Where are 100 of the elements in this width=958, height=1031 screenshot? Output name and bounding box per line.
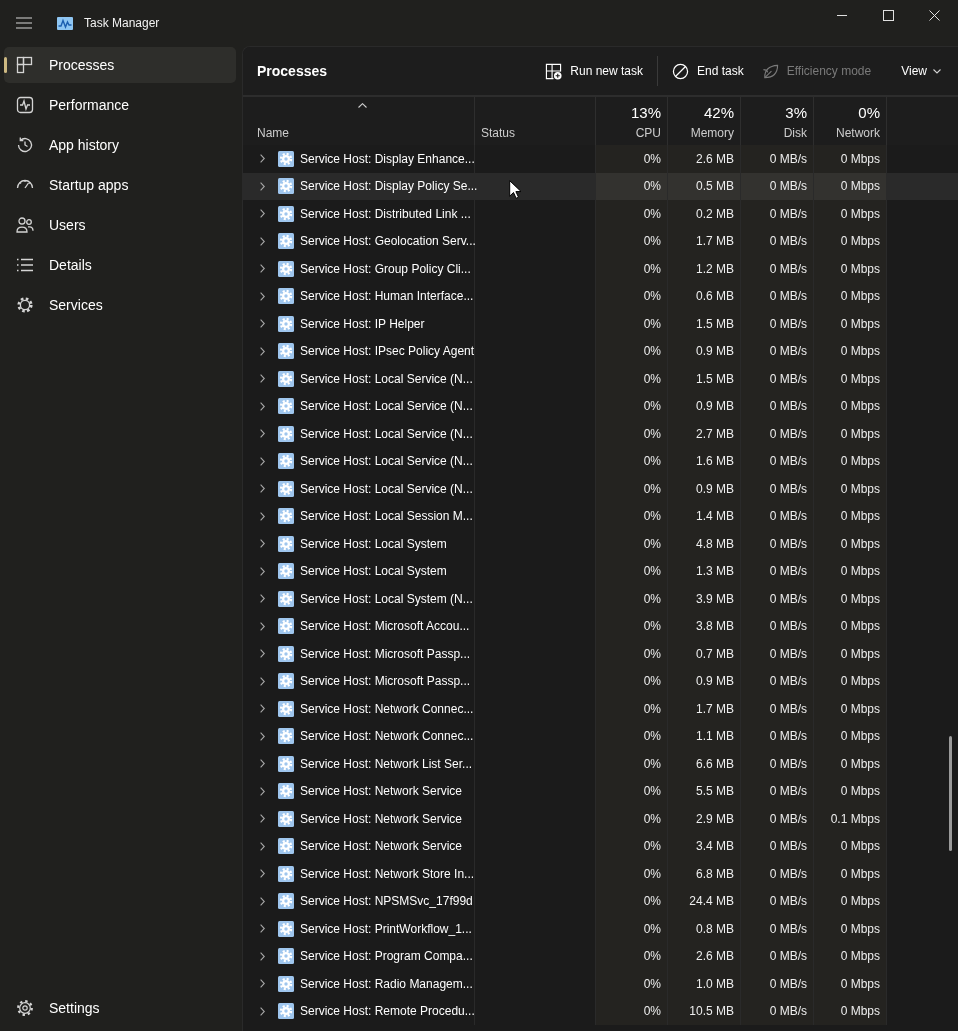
cpu-cell: 0% <box>596 585 668 613</box>
disk-cell: 0 MB/s <box>741 750 814 778</box>
network-cell: 0 Mbps <box>814 777 887 805</box>
chevron-right-icon[interactable] <box>260 676 265 686</box>
chevron-right-icon[interactable] <box>260 401 265 411</box>
chevron-right-icon[interactable] <box>260 484 265 494</box>
chevron-right-icon[interactable] <box>260 924 265 934</box>
chevron-right-icon[interactable] <box>260 456 265 466</box>
memory-cell: 5.5 MB <box>668 777 741 805</box>
network-cell: 0 Mbps <box>814 227 887 255</box>
memory-cell: 0.7 MB <box>668 640 741 668</box>
cpu-cell: 0% <box>596 530 668 558</box>
chevron-right-icon[interactable] <box>260 896 265 906</box>
chevron-right-icon[interactable] <box>260 209 265 219</box>
disk-cell: 0 MB/s <box>741 777 814 805</box>
disk-cell: 0 MB/s <box>741 502 814 530</box>
chevron-right-icon[interactable] <box>260 566 265 576</box>
sidebar-item[interactable]: App history <box>4 127 236 163</box>
network-cell: 0 Mbps <box>814 997 887 1025</box>
chevron-right-icon[interactable] <box>260 346 265 356</box>
leaf-icon <box>761 62 779 80</box>
memory-cell: 0.9 MB <box>668 667 741 695</box>
chevron-right-icon[interactable] <box>260 154 265 164</box>
chevron-right-icon[interactable] <box>260 539 265 549</box>
process-row[interactable]: Service Host: Display Policy Se... 0% 0.5 MB 0 MB/s 0 Mbps <box>243 172 958 200</box>
process-name: Service Host: Radio Managem... <box>300 976 473 991</box>
disk-cell: 0 MB/s <box>741 612 814 640</box>
cpu-cell: 0% <box>596 612 668 640</box>
chevron-right-icon[interactable] <box>260 704 265 714</box>
gear-icon <box>278 233 294 250</box>
disk-cell: 0 MB/s <box>741 695 814 723</box>
sidebar-item[interactable]: Users <box>4 207 236 243</box>
chevron-right-icon[interactable] <box>260 786 265 796</box>
chevron-right-icon[interactable] <box>260 236 265 246</box>
process-name: Service Host: Human Interface... <box>300 289 474 304</box>
disk-cell: 0 MB/s <box>741 530 814 558</box>
chevron-right-icon[interactable] <box>260 841 265 851</box>
process-name: Service Host: Geolocation Serv... <box>300 234 476 249</box>
chevron-right-icon[interactable] <box>260 1006 265 1016</box>
network-cell: 0 Mbps <box>814 310 887 338</box>
cpu-cell: 0% <box>596 255 668 283</box>
cpu-cell: 0% <box>596 282 668 310</box>
sidebar-item[interactable]: Processes <box>4 47 236 83</box>
settings-item[interactable]: Settings <box>4 990 236 1026</box>
chevron-right-icon[interactable] <box>260 979 265 989</box>
chevron-right-icon[interactable] <box>260 291 265 301</box>
toolbar-button[interactable]: Run new task <box>536 55 652 87</box>
gear-icon <box>278 590 294 607</box>
chevron-right-icon[interactable] <box>260 594 265 604</box>
chevron-right-icon[interactable] <box>260 429 265 439</box>
network-cell: 0 Mbps <box>814 392 887 420</box>
cog-icon <box>16 296 34 314</box>
toolbar-button[interactable]: End task <box>663 55 753 87</box>
scrollbar-thumb[interactable] <box>949 736 952 851</box>
cpu-cell: 0% <box>596 447 668 475</box>
cpu-cell: 0% <box>596 420 668 448</box>
cpu-cell: 0% <box>596 970 668 998</box>
disk-cell: 0 MB/s <box>741 337 814 365</box>
memory-cell: 1.0 MB <box>668 970 741 998</box>
chevron-right-icon[interactable] <box>260 319 265 329</box>
memory-cell: 0.6 MB <box>668 282 741 310</box>
chevron-right-icon[interactable] <box>260 649 265 659</box>
chevron-right-icon[interactable] <box>260 181 265 191</box>
network-cell: 0 Mbps <box>814 420 887 448</box>
disk-cell: 0 MB/s <box>741 860 814 888</box>
chevron-right-icon[interactable] <box>260 814 265 824</box>
toolbar-button[interactable]: View <box>892 55 950 87</box>
chevron-right-icon[interactable] <box>260 374 265 384</box>
chevron-right-icon[interactable] <box>260 264 265 274</box>
disk-cell: 0 MB/s <box>741 997 814 1025</box>
process-name: Service Host: Network Service <box>300 784 463 799</box>
sidebar-item[interactable]: Details <box>4 247 236 283</box>
chevron-right-icon[interactable] <box>260 511 265 521</box>
sidebar-item[interactable]: Performance <box>4 87 236 123</box>
mouse-pointer-icon <box>509 180 521 199</box>
process-name: Service Host: Display Policy Se... <box>300 179 478 194</box>
sidebar-item[interactable]: Startup apps <box>4 167 236 203</box>
chevron-right-icon[interactable] <box>260 759 265 769</box>
cpu-cell: 0% <box>596 997 668 1025</box>
network-cell: 0 Mbps <box>814 530 887 558</box>
process-name: Service Host: Distributed Link ... <box>300 206 471 221</box>
chevron-right-icon[interactable] <box>260 731 265 741</box>
disk-cell: 0 MB/s <box>741 420 814 448</box>
sidebar-item[interactable]: Services <box>4 287 236 323</box>
memory-cell: 0.5 MB <box>668 172 741 200</box>
disk-cell: 0 MB/s <box>741 805 814 833</box>
cpu-cell: 0% <box>596 887 668 915</box>
chevron-down-icon <box>933 68 941 74</box>
process-name: Service Host: Local System <box>300 536 447 551</box>
network-cell: 0 Mbps <box>814 172 887 200</box>
chevron-right-icon[interactable] <box>260 869 265 879</box>
memory-cell: 2.9 MB <box>668 805 741 833</box>
cpu-cell: 0% <box>596 695 668 723</box>
network-cell: 0 Mbps <box>814 557 887 585</box>
chevron-right-icon[interactable] <box>260 621 265 631</box>
chevron-right-icon[interactable] <box>260 951 265 961</box>
process-name: Service Host: Network Service <box>300 811 463 826</box>
gear-icon <box>278 178 294 195</box>
cpu-cell: 0% <box>596 310 668 338</box>
process-name: Service Host: Group Policy Cli... <box>300 261 471 276</box>
